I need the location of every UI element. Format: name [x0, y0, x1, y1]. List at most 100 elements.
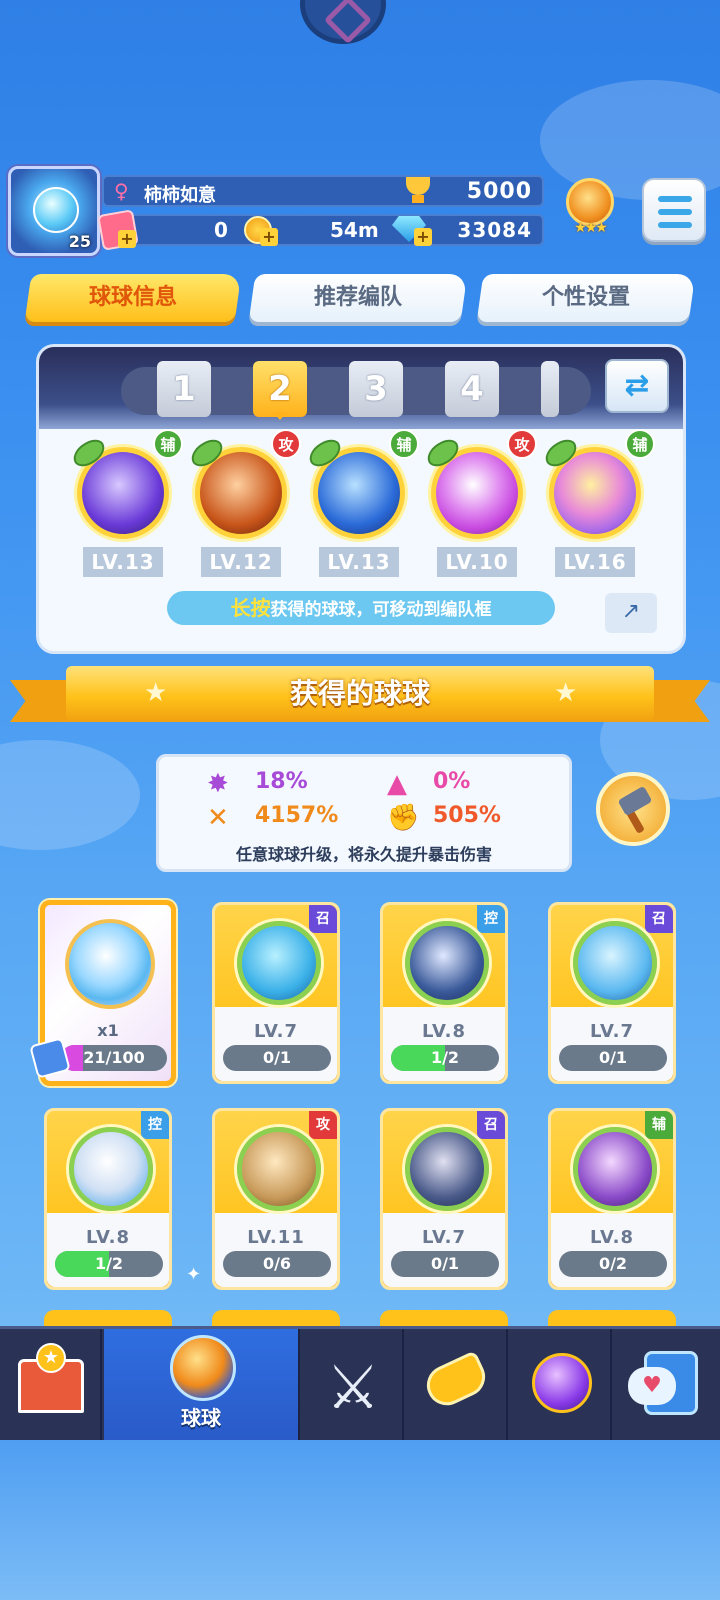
avatar-orb-icon: [33, 187, 79, 233]
sparkle-icon: ✦: [186, 1264, 202, 1285]
upgrade-note: 任意球球升级，将永久提升暴击伤害: [235, 845, 492, 864]
hammer-upgrade-icon[interactable]: [596, 772, 670, 846]
role-tag: 召: [309, 905, 337, 933]
role-tag: 控: [477, 905, 505, 933]
resource-bar: + 0 + 54m + 33084: [97, 209, 544, 251]
player-name: 柿柿如意: [144, 185, 216, 206]
role-badge: 辅: [389, 429, 419, 459]
power-value: 505%: [433, 803, 501, 828]
nav-shop[interactable]: ★: [0, 1329, 102, 1443]
coin-timer: 54m: [330, 218, 379, 242]
ball-card[interactable]: 控 LV.8 1/2: [380, 902, 508, 1084]
ball-card[interactable]: 召 LV.7 0/1: [548, 902, 676, 1084]
ball-level: LV.8: [590, 1227, 634, 1248]
team-ball-level: LV.12: [201, 547, 281, 577]
special-ball-card[interactable]: x1 21/100: [29, 900, 176, 1086]
add-coin-icon[interactable]: +: [260, 228, 278, 246]
ball-progress-bar: 0/1: [559, 1045, 667, 1071]
tab-ball-info[interactable]: 球球信息: [24, 274, 242, 322]
nav-balls[interactable]: 球球: [104, 1329, 300, 1443]
team-slot-3[interactable]: 3: [349, 361, 403, 417]
ball-portrait: [405, 921, 489, 1005]
ball-progress-bar: 1/2: [55, 1251, 163, 1277]
ball-level: LV.11: [247, 1227, 305, 1248]
role-badge: 攻: [507, 429, 537, 459]
crit-damage-value: 4157%: [255, 803, 339, 828]
puzzle-piece-icon: [29, 1037, 71, 1079]
team-ball-5[interactable]: [540, 435, 641, 539]
role-badge: 辅: [625, 429, 655, 459]
crit-damage-icon: ✕: [207, 803, 229, 833]
add-ticket-icon[interactable]: +: [118, 230, 136, 248]
role-tag: 攻: [309, 1111, 337, 1139]
power-fist-icon: ✊: [387, 803, 420, 833]
special-ball-icon: [65, 919, 155, 1009]
special-progress-text: 21/100: [83, 1048, 145, 1067]
role-badge: 辅: [153, 429, 183, 459]
ball-portrait: [573, 921, 657, 1005]
ball-portrait: [405, 1127, 489, 1211]
ball-progress-text: 1/2: [94, 1254, 124, 1273]
nav-balls-label: 球球: [181, 1406, 221, 1430]
role-tag: 控: [141, 1111, 169, 1139]
ball-card[interactable]: 攻 LV.11 0/6: [212, 1108, 340, 1290]
ball-progress-text: 0/2: [598, 1254, 628, 1273]
tab-label: 个性设置: [541, 285, 630, 310]
ball-card[interactable]: 召 LV.7 0/1: [212, 902, 340, 1084]
nav-chat[interactable]: ♥: [614, 1329, 716, 1443]
hint-text: 获得的球球，可移动到编队框: [270, 600, 492, 620]
top-badge-icon: [300, 0, 386, 44]
role-badge: 攻: [271, 429, 301, 459]
ball-card[interactable]: 召 LV.7 0/1: [380, 1108, 508, 1290]
ball-card-partial: [380, 1310, 508, 1326]
rank-medal-icon[interactable]: ★★★: [562, 178, 618, 238]
share-icon[interactable]: ↗: [605, 593, 657, 633]
team-slot-selector: 1 2 3 4: [121, 361, 591, 420]
tab-recommended-team[interactable]: 推荐编队: [248, 274, 468, 322]
crit-rate-icon: ✸: [207, 769, 229, 799]
team-ball-3[interactable]: [304, 435, 405, 539]
swap-team-button[interactable]: ⇄: [605, 359, 669, 413]
team-slot-more[interactable]: [541, 361, 559, 417]
chat-icon: ♥: [628, 1367, 676, 1405]
crit-rate-value: 18%: [255, 769, 308, 794]
ball-portrait: [573, 1127, 657, 1211]
tab-personal-settings[interactable]: 个性设置: [476, 274, 696, 322]
ball-card[interactable]: 控 LV.8 1/2: [44, 1108, 172, 1290]
ball-card[interactable]: 辅 LV.8 0/2: [548, 1108, 676, 1290]
crit-bonus-icon: ▲: [387, 769, 407, 799]
planet-icon: [532, 1353, 592, 1413]
crit-bonus-value: 0%: [433, 769, 471, 794]
role-tag: 辅: [645, 1111, 673, 1139]
ball-progress-bar: 1/2: [391, 1045, 499, 1071]
nav-whistle[interactable]: [406, 1329, 508, 1443]
ball-level: LV.7: [422, 1227, 466, 1248]
team-ball-1[interactable]: [68, 435, 169, 539]
team-slot-2[interactable]: 2: [253, 361, 307, 420]
whistle-icon: [420, 1350, 492, 1412]
hint-highlight: 长按: [230, 596, 271, 620]
team-slot-1[interactable]: 1: [157, 361, 211, 417]
ball-progress-text: 0/1: [430, 1254, 460, 1273]
ball-portrait: [237, 921, 321, 1005]
special-multiplier: x1: [97, 1021, 119, 1040]
trophy-icon: [402, 177, 434, 205]
player-avatar[interactable]: 25: [8, 166, 100, 256]
role-tag: 召: [477, 1111, 505, 1139]
team-slot-4[interactable]: 4: [445, 361, 499, 417]
ticket-count: 0: [214, 218, 228, 242]
player-level: 25: [68, 232, 91, 251]
team-ball-level: LV.13: [83, 547, 163, 577]
ball-level: LV.7: [590, 1021, 634, 1042]
team-ball-2[interactable]: [186, 435, 287, 539]
team-ball-4[interactable]: [422, 435, 523, 539]
ball-level: LV.7: [254, 1021, 298, 1042]
menu-button[interactable]: [642, 178, 706, 242]
nav-battle[interactable]: ⚔: [302, 1329, 404, 1443]
ball-portrait: [237, 1127, 321, 1211]
nav-planet[interactable]: [510, 1329, 612, 1443]
add-gem-icon[interactable]: +: [414, 228, 432, 246]
team-ball-level: LV.10: [437, 547, 517, 577]
role-tag: 召: [645, 905, 673, 933]
team-ball-level: LV.13: [319, 547, 399, 577]
